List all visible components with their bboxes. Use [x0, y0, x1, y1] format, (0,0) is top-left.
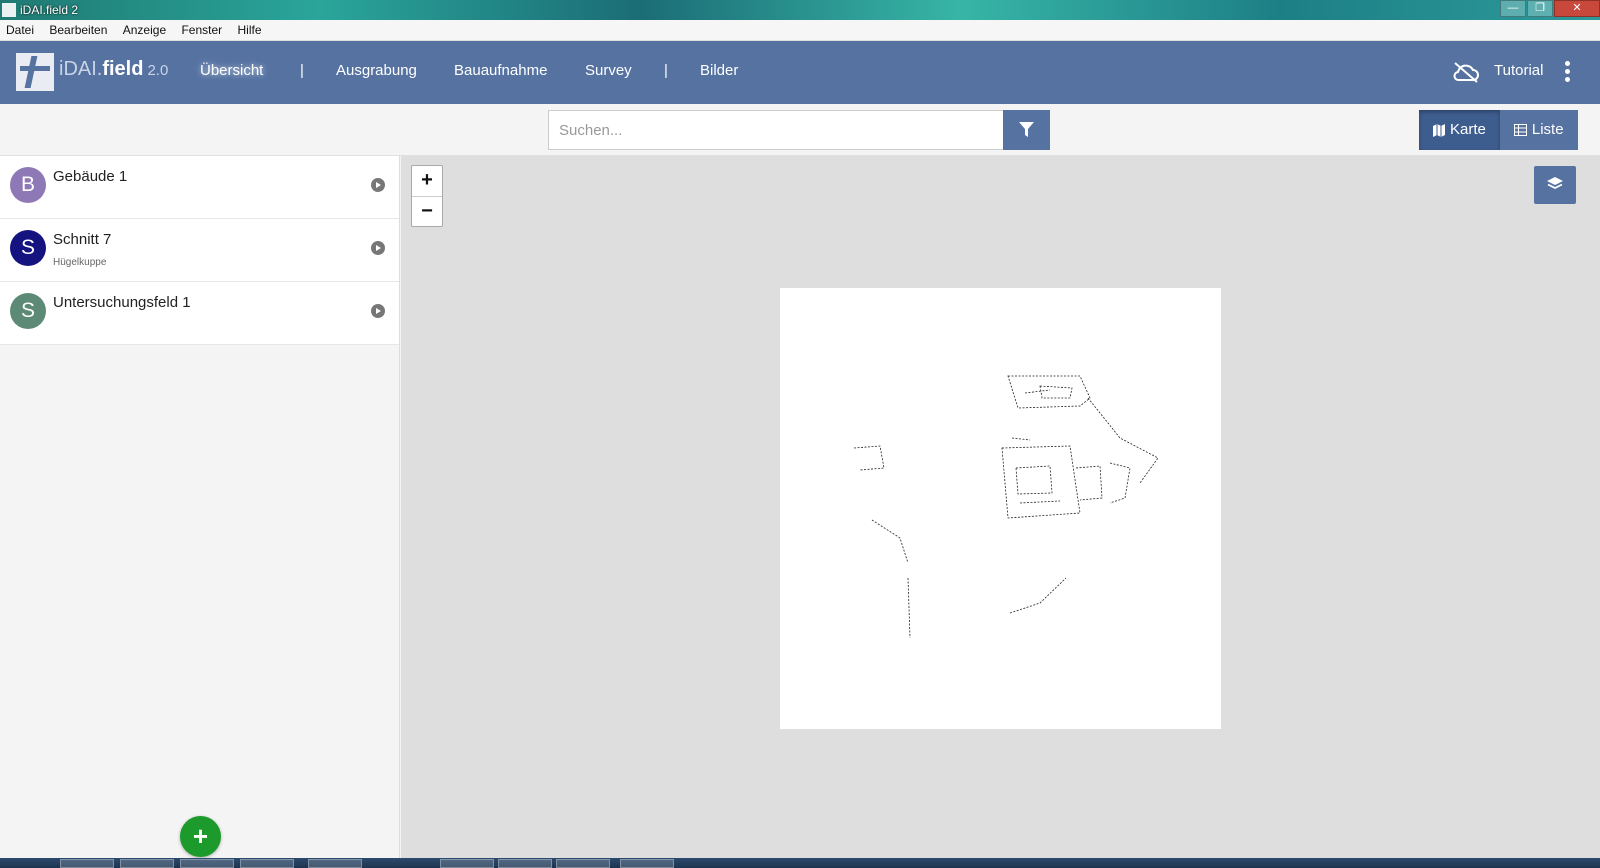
list-item[interactable]: S Untersuchungsfeld 1 [0, 282, 399, 345]
taskbar-button[interactable] [240, 859, 294, 868]
item-title: Untersuchungsfeld 1 [53, 294, 191, 311]
site-plan-drawing [853, 375, 1159, 639]
taskbar-button[interactable] [620, 859, 674, 868]
add-resource-button[interactable]: + [180, 816, 221, 857]
nav-bilder[interactable]: Bilder [700, 62, 738, 79]
zoom-out-button[interactable]: − [412, 196, 442, 226]
arrow-right-icon[interactable] [371, 178, 385, 192]
taskbar-button[interactable] [60, 859, 114, 868]
brand-name: field [102, 58, 144, 80]
menu-datei[interactable]: Datei [0, 20, 40, 41]
nav-separator: | [664, 62, 668, 79]
search-toolbar: Karte Liste [0, 104, 1600, 156]
nav-uebersicht[interactable]: Übersicht [200, 62, 263, 79]
arrow-right-icon[interactable] [371, 241, 385, 255]
list-view-button[interactable]: Liste [1499, 110, 1578, 150]
window-title: iDAI.field 2 [20, 3, 79, 17]
list-view-label: Liste [1531, 121, 1564, 138]
map-view[interactable]: + − [401, 156, 1600, 858]
resource-list: B Gebäude 1 S Schnitt 7 Hügelkuppe S Unt… [0, 156, 400, 858]
menu-bearbeiten[interactable]: Bearbeiten [43, 20, 113, 41]
taskbar-button[interactable] [308, 859, 362, 868]
item-title: Schnitt 7 [53, 231, 112, 248]
map-view-button[interactable]: Karte [1419, 110, 1500, 150]
minimize-button[interactable]: — [1500, 0, 1526, 17]
map-view-label: Karte [1450, 121, 1486, 138]
item-title: Gebäude 1 [53, 168, 128, 185]
taskbar-button[interactable] [120, 859, 174, 868]
brand-version: 2.0 [147, 62, 169, 79]
layers-button[interactable] [1534, 166, 1576, 204]
table-icon [1513, 124, 1527, 136]
layers-icon [1547, 177, 1563, 190]
nav-bauaufnahme[interactable]: Bauaufnahme [454, 62, 547, 79]
menu-anzeige[interactable]: Anzeige [117, 20, 172, 41]
taskbar-button[interactable] [180, 859, 234, 868]
avatar: B [10, 167, 46, 203]
map-icon [1433, 123, 1445, 137]
search-input[interactable] [548, 110, 1004, 150]
taskbar-button[interactable] [498, 859, 552, 868]
app-brand[interactable]: iDAI.field 2.0 [59, 58, 168, 81]
taskbar-button[interactable] [556, 859, 610, 868]
nav-ausgrabung[interactable]: Ausgrabung [336, 62, 417, 79]
tutorial-link[interactable]: Tutorial [1494, 62, 1543, 79]
logo-icon [16, 53, 54, 91]
cloud-off-icon[interactable] [1452, 61, 1480, 83]
list-item[interactable]: S Schnitt 7 Hügelkuppe [0, 219, 399, 282]
window-controls: — ❐ ✕ [1499, 0, 1600, 18]
zoom-control: + − [411, 165, 443, 227]
app-navbar: iDAI.field 2.0 Übersicht | Ausgrabung Bau… [0, 41, 1600, 104]
list-item[interactable]: B Gebäude 1 [0, 156, 399, 219]
nav-separator: | [300, 62, 304, 79]
arrow-right-icon[interactable] [371, 304, 385, 318]
zoom-in-button[interactable]: + [412, 166, 442, 196]
maximize-button[interactable]: ❐ [1527, 0, 1553, 17]
item-subtitle: Hügelkuppe [53, 257, 107, 268]
avatar: S [10, 293, 46, 329]
window-titlebar: iDAI.field 2 — ❐ ✕ [0, 0, 1600, 20]
avatar: S [10, 230, 46, 266]
brand-prefix: iDAI. [59, 58, 103, 80]
close-button[interactable]: ✕ [1554, 0, 1600, 17]
menu-fenster[interactable]: Fenster [175, 20, 228, 41]
kebab-icon[interactable] [1565, 61, 1571, 83]
site-plan-image [780, 288, 1221, 729]
nav-survey[interactable]: Survey [585, 62, 632, 79]
app-icon [2, 3, 16, 17]
filter-icon [1019, 122, 1034, 137]
taskbar-button[interactable] [440, 859, 494, 868]
os-taskbar [0, 858, 1600, 868]
filter-button[interactable] [1003, 110, 1050, 150]
view-toggle: Karte Liste [1419, 110, 1578, 150]
menu-hilfe[interactable]: Hilfe [232, 20, 268, 41]
menu-bar: Datei Bearbeiten Anzeige Fenster Hilfe [0, 20, 1600, 41]
